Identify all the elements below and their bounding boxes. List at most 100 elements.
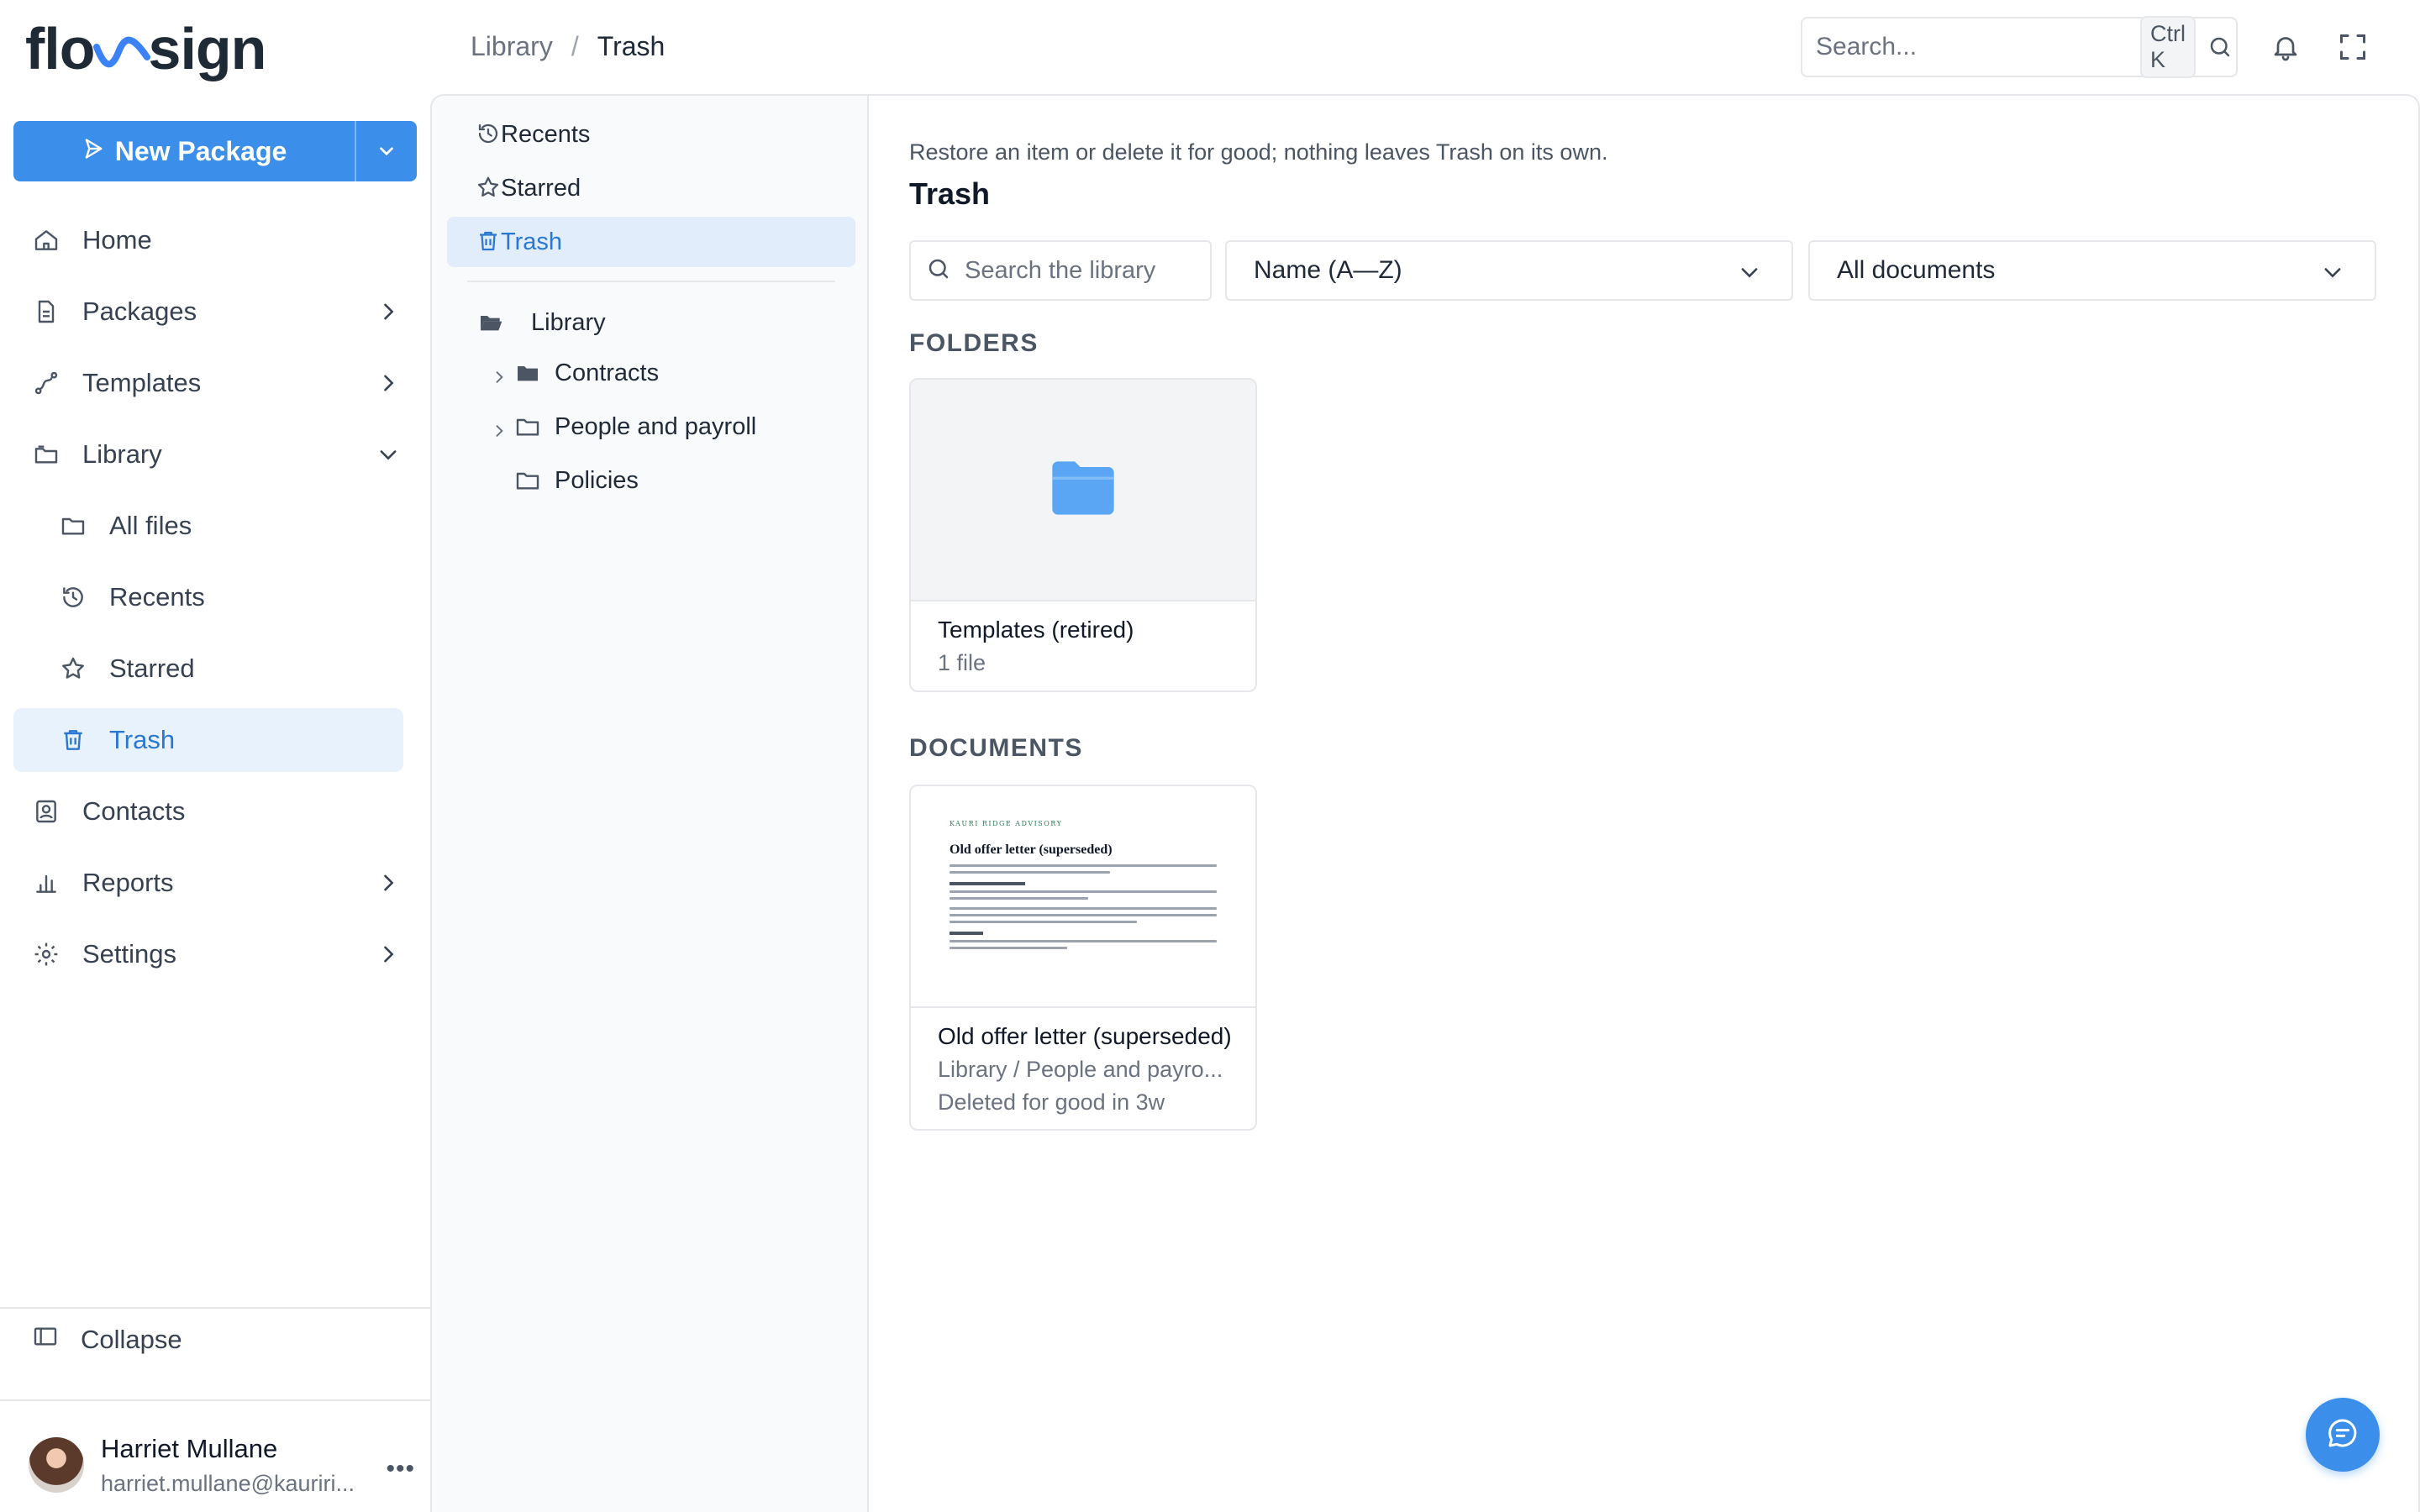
sidebar-divider	[0, 1307, 430, 1309]
chevron-right-icon	[376, 371, 400, 395]
document-card[interactable]: KAURI RIDGE ADVISORY Old offer letter (s…	[909, 785, 1257, 1131]
chevron-down-icon	[376, 443, 400, 466]
library-icon	[32, 440, 60, 469]
breadcrumb-current: Trash	[597, 30, 666, 61]
document-path: Library / People and payro...	[938, 1057, 1223, 1082]
templates-icon	[32, 369, 60, 397]
panel-item-label: Recents	[501, 120, 591, 148]
panel-item-label: Trash	[501, 228, 563, 255]
sidebar-item-trash[interactable]: Trash	[13, 708, 403, 772]
chevron-right-icon	[376, 942, 400, 966]
document-name: Old offer letter (superseded)	[938, 1023, 1232, 1049]
chat-support-button[interactable]	[2306, 1398, 2380, 1472]
document-preview-line	[950, 864, 1217, 867]
sidebar-item-home[interactable]: Home	[13, 208, 403, 272]
document-preview-heading	[950, 882, 1025, 885]
sidebar-item-reports[interactable]: Reports	[13, 851, 403, 915]
user-name: Harriet Mullane	[101, 1433, 278, 1463]
new-package-label: New Package	[114, 135, 287, 166]
chevron-right-icon	[376, 871, 400, 895]
panel-item-recents[interactable]: Recents	[447, 109, 855, 160]
panel-item-trash[interactable]: Trash	[447, 217, 855, 267]
document-preview-line	[950, 940, 1217, 942]
chevron-right-icon[interactable]	[491, 365, 508, 383]
tree-item-label: Library	[531, 308, 606, 336]
panel-item-starred[interactable]: Starred	[447, 163, 855, 213]
chevron-right-icon[interactable]	[491, 418, 508, 437]
sidebar-item-contacts[interactable]: Contacts	[13, 780, 403, 843]
breadcrumb: Library / Trash	[471, 25, 665, 67]
tree-item-contracts[interactable]: Contracts	[491, 348, 659, 398]
document-preview-line	[950, 897, 1089, 900]
sidebar-item-label: All files	[109, 511, 192, 540]
sidebar-nav: Home Packages Templates Library All file…	[13, 208, 403, 994]
library-search[interactable]	[909, 240, 1281, 301]
sidebar-item-all-files[interactable]: All files	[13, 494, 403, 558]
new-package-button[interactable]: New Package	[13, 121, 356, 181]
document-preview-title: Old offer letter (superseded)	[950, 843, 1113, 857]
search-icon[interactable]	[2207, 34, 2233, 60]
folder-icon	[514, 413, 541, 440]
send-icon	[82, 136, 105, 167]
sidebar-item-library[interactable]: Library	[13, 423, 403, 486]
document-preview-heading	[950, 932, 983, 935]
sort-select[interactable]: Name (A—Z)	[1225, 240, 1793, 301]
folder-file-count: 1 file	[938, 650, 986, 675]
folders-section-label: FOLDERS	[909, 329, 1039, 357]
home-icon	[32, 226, 60, 255]
folder-icon	[1050, 459, 1117, 522]
collapse-sidebar-button[interactable]: Collapse	[32, 1319, 182, 1361]
notifications-bell-icon[interactable]	[2269, 29, 2302, 66]
sidebar-item-starred[interactable]: Starred	[13, 637, 403, 701]
panel-divider	[467, 281, 835, 282]
breadcrumb-library[interactable]: Library	[471, 31, 553, 62]
sidebar-item-packages[interactable]: Packages	[13, 280, 403, 344]
sidebar-item-label: Home	[82, 225, 152, 255]
tree-item-people-and-payroll[interactable]: People and payroll	[491, 402, 756, 452]
folder-icon	[59, 512, 87, 540]
star-icon	[59, 654, 87, 683]
user-profile[interactable]: Harriet Mullane harriet.mullane@kauriri.…	[29, 1423, 415, 1507]
folder-icon	[514, 467, 541, 494]
document-preview-line	[950, 914, 1217, 916]
sidebar-item-label: Packages	[82, 297, 197, 326]
folder-name: Templates (retired)	[938, 617, 1134, 643]
tree-item-label: People and payroll	[555, 412, 757, 440]
sidebar-item-label: Contacts	[82, 796, 186, 826]
folder-open-icon	[477, 309, 504, 336]
tree-item-label: Contracts	[555, 359, 660, 386]
app-logo[interactable]: flo sign	[25, 15, 266, 82]
tree-item-policies[interactable]: Policies	[514, 455, 639, 506]
new-package-dropdown-button[interactable]	[356, 121, 417, 181]
document-deletion-status: Deleted for good in 3w	[938, 1089, 1165, 1115]
sidebar-collapse-icon	[32, 1323, 59, 1357]
document-preview-line	[950, 921, 1137, 923]
contacts-icon	[32, 797, 60, 826]
document-preview-line	[950, 947, 1067, 949]
folder-card[interactable]: Templates (retired) 1 file	[909, 378, 1257, 692]
sort-select-value: Name (A—Z)	[1254, 256, 1402, 284]
document-preview-line	[950, 871, 1110, 874]
folder-icon	[514, 360, 541, 386]
sidebar-item-settings[interactable]: Settings	[13, 922, 403, 986]
more-options-icon[interactable]: •••	[386, 1455, 415, 1483]
global-search-input[interactable]	[1816, 33, 2140, 61]
trash-icon	[476, 228, 502, 255]
avatar	[29, 1437, 84, 1493]
sidebar-item-templates[interactable]: Templates	[13, 351, 403, 415]
sidebar-item-label: Trash	[109, 725, 176, 754]
tree-item-library[interactable]: Library	[477, 297, 606, 348]
fullscreen-icon[interactable]	[2336, 30, 2370, 64]
history-icon	[59, 583, 87, 612]
page-title: Trash	[909, 176, 991, 211]
global-search[interactable]: Ctrl K	[1801, 16, 2238, 78]
reports-icon	[32, 869, 60, 897]
main-content: Restore an item or delete it for good; n…	[869, 94, 2420, 1512]
sidebar-item-recents[interactable]: Recents	[13, 565, 403, 629]
document-type-select[interactable]: All documents	[1808, 240, 2376, 301]
history-icon	[476, 121, 502, 148]
sidebar-item-label: Library	[82, 439, 162, 469]
documents-section-label: DOCUMENTS	[909, 734, 1083, 762]
logo-text-start: flo	[25, 16, 96, 81]
new-package-button-group: New Package	[13, 121, 417, 181]
